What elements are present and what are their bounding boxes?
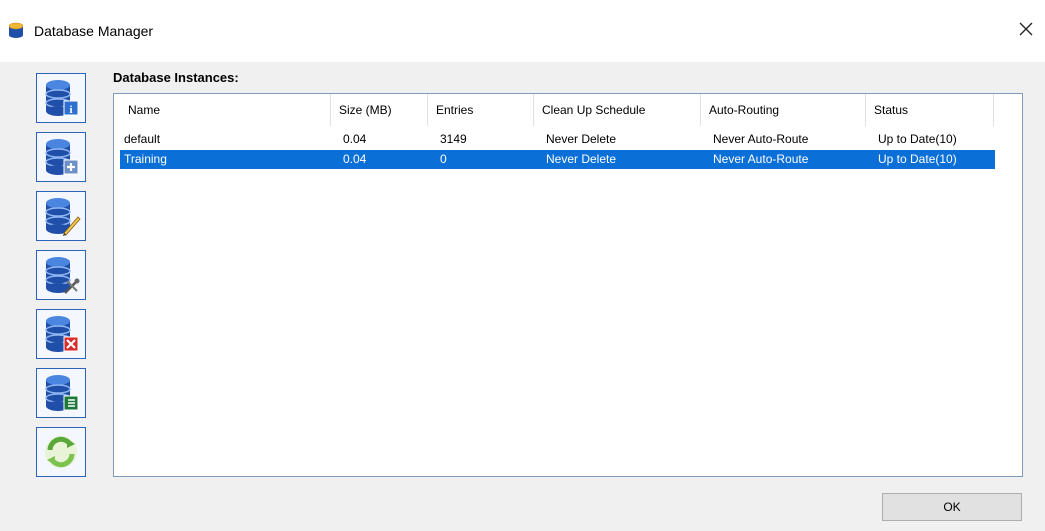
- refresh-icon: [45, 436, 77, 468]
- cell-size: 0.04: [343, 132, 367, 146]
- table-row[interactable]: default 0.04 3149 Never Delete Never Aut…: [120, 130, 995, 149]
- database-excel-icon: [45, 375, 79, 411]
- cell-autorouting: Never Auto-Route: [713, 152, 809, 166]
- database-tools-button[interactable]: [36, 250, 86, 300]
- cell-autorouting: Never Auto-Route: [713, 132, 809, 146]
- refresh-button[interactable]: [36, 427, 86, 477]
- column-header-status[interactable]: Status: [866, 94, 994, 126]
- cell-cleanup: Never Delete: [546, 132, 617, 146]
- close-button[interactable]: [1011, 14, 1041, 44]
- cell-status: Up to Date(10): [878, 152, 957, 166]
- close-icon: [1019, 22, 1033, 36]
- database-add-button[interactable]: [36, 132, 86, 182]
- svg-text:i: i: [69, 104, 72, 116]
- database-info-button[interactable]: i: [36, 73, 86, 123]
- title-bar: Database Manager: [0, 0, 1045, 62]
- cell-name: default: [124, 132, 161, 146]
- cell-cleanup: Never Delete: [546, 152, 617, 166]
- database-info-icon: i: [45, 80, 79, 116]
- table-row-selected[interactable]: Training 0.04 0 Never Delete Never Auto-…: [120, 150, 995, 169]
- section-label: Database Instances:: [113, 70, 239, 85]
- database-instances-table[interactable]: Name Size (MB) Entries Clean Up Schedule…: [113, 93, 1023, 477]
- cell-name: Training: [124, 152, 167, 166]
- ok-button[interactable]: OK: [882, 493, 1022, 521]
- cell-status: Up to Date(10): [878, 132, 957, 146]
- column-header-cleanup[interactable]: Clean Up Schedule: [534, 94, 701, 126]
- database-tools-icon: [45, 257, 80, 294]
- database-edit-button[interactable]: [36, 191, 86, 241]
- table-header: Name Size (MB) Entries Clean Up Schedule…: [114, 94, 994, 126]
- cell-entries: 0: [440, 152, 447, 166]
- column-header-entries[interactable]: Entries: [428, 94, 534, 126]
- window-title: Database Manager: [34, 23, 154, 39]
- database-add-icon: [45, 139, 79, 175]
- database-excel-button[interactable]: [36, 368, 86, 418]
- column-header-size[interactable]: Size (MB): [331, 94, 428, 126]
- database-delete-button[interactable]: [36, 309, 86, 359]
- column-header-name[interactable]: Name: [120, 94, 331, 126]
- database-delete-icon: [45, 316, 79, 352]
- database-icon: [7, 22, 25, 40]
- database-edit-icon: [45, 198, 81, 236]
- column-header-autorouting[interactable]: Auto-Routing: [701, 94, 866, 126]
- cell-size: 0.04: [343, 152, 367, 166]
- cell-entries: 3149: [440, 132, 467, 146]
